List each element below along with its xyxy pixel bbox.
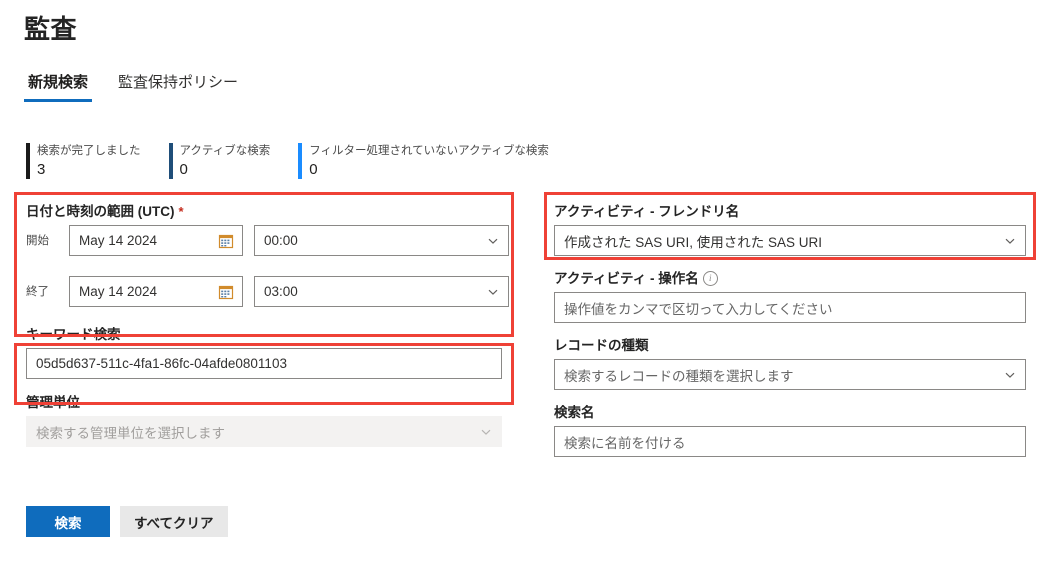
search-name-placeholder: 検索に名前を付ける (564, 432, 1017, 452)
right-form-column: アクティビティ - フレンドリ名 作成された SAS URI, 使用された SA… (544, 192, 1036, 457)
record-type-label: レコードの種類 (554, 336, 1026, 355)
activity-friendly-name-label: アクティビティ - フレンドリ名 (554, 202, 1026, 221)
chevron-down-icon (486, 285, 500, 299)
stat-unfiltered-active-searches: フィルター処理されていないアクティブな検索 0 (298, 143, 559, 179)
stat-label-active: アクティブな検索 (180, 143, 271, 160)
activity-operation-name-placeholder: 操作値をカンマで区切って入力してください (564, 298, 1017, 318)
stat-bar-active (169, 143, 173, 179)
end-side-label: 終了 (26, 284, 58, 300)
stat-active-searches: アクティブな検索 0 (169, 143, 281, 179)
start-date-value: May 14 2024 (79, 233, 212, 248)
tab-audit-retention-policies[interactable]: 監査保持ポリシー (114, 72, 242, 102)
calendar-icon[interactable] (218, 284, 234, 300)
activity-operation-name-label-text: アクティビティ - 操作名 (554, 269, 699, 288)
start-side-label: 開始 (26, 233, 58, 249)
action-button-row: 検索 すべてクリア (26, 506, 228, 537)
tab-new-search[interactable]: 新規検索 (24, 72, 92, 102)
start-time-dropdown[interactable]: 00:00 (254, 225, 509, 256)
date-range-start-row: 開始 May 14 2024 (26, 225, 502, 256)
calendar-icon[interactable] (218, 233, 234, 249)
date-range-label-text: 日付と時刻の範囲 (UTC) (26, 202, 175, 221)
search-button[interactable]: 検索 (26, 506, 110, 537)
date-range-end-row: 終了 May 14 2024 (26, 276, 502, 307)
stat-label-unfiltered: フィルター処理されていないアクティブな検索 (309, 143, 549, 160)
search-name-input[interactable]: 検索に名前を付ける (554, 426, 1026, 457)
required-asterisk: * (179, 202, 184, 221)
activity-friendly-name-dropdown[interactable]: 作成された SAS URI, 使用された SAS URI (554, 225, 1026, 256)
stat-label-completed: 検索が完了しました (37, 143, 141, 160)
admin-unit-label: 管理単位 (26, 393, 502, 412)
end-time-dropdown[interactable]: 03:00 (254, 276, 509, 307)
chevron-down-icon (479, 425, 493, 439)
record-type-placeholder: 検索するレコードの種類を選択します (564, 365, 997, 385)
date-range-label: 日付と時刻の範囲 (UTC) * (26, 202, 502, 221)
stat-bar-unfiltered (298, 143, 302, 179)
end-date-value: May 14 2024 (79, 284, 212, 299)
activity-operation-name-input[interactable]: 操作値をカンマで区切って入力してください (554, 292, 1026, 323)
tab-audit-retention-policies-label: 監査保持ポリシー (118, 74, 238, 91)
stat-value-completed: 3 (37, 160, 141, 179)
admin-unit-dropdown: 検索する管理単位を選択します (26, 416, 502, 447)
search-name-label: 検索名 (554, 403, 1026, 422)
stat-value-unfiltered: 0 (309, 160, 549, 179)
left-form-column: 日付と時刻の範囲 (UTC) * 開始 May 14 2024 (14, 192, 514, 447)
tab-new-search-label: 新規検索 (28, 74, 88, 91)
keyword-search-input[interactable]: 05d5d637-511c-4fa1-86fc-04afde0801103 (26, 348, 502, 379)
end-time-value: 03:00 (264, 284, 480, 299)
stat-bar-completed (26, 143, 30, 179)
start-date-input[interactable]: May 14 2024 (69, 225, 243, 256)
chevron-down-icon (1003, 368, 1017, 382)
keyword-search-label: キーワード検索 (26, 325, 502, 344)
record-type-dropdown[interactable]: 検索するレコードの種類を選択します (554, 359, 1026, 390)
activity-friendly-name-value: 作成された SAS URI, 使用された SAS URI (564, 231, 997, 251)
clear-all-button[interactable]: すべてクリア (120, 506, 228, 537)
admin-unit-placeholder: 検索する管理単位を選択します (36, 422, 473, 442)
chevron-down-icon (486, 234, 500, 248)
stat-completed-searches: 検索が完了しました 3 (26, 143, 151, 179)
start-time-value: 00:00 (264, 233, 480, 248)
stats-strip: 検索が完了しました 3 アクティブな検索 0 フィルター処理されていないアクティ… (26, 143, 559, 179)
chevron-down-icon (1003, 234, 1017, 248)
keyword-search-value: 05d5d637-511c-4fa1-86fc-04afde0801103 (36, 356, 493, 371)
stat-value-active: 0 (180, 160, 271, 179)
end-date-input[interactable]: May 14 2024 (69, 276, 243, 307)
tab-bar: 新規検索 監査保持ポリシー (24, 72, 242, 102)
page-title: 監査 (24, 12, 77, 46)
activity-operation-name-label: アクティビティ - 操作名 i (554, 269, 1026, 288)
info-icon[interactable]: i (703, 271, 718, 286)
